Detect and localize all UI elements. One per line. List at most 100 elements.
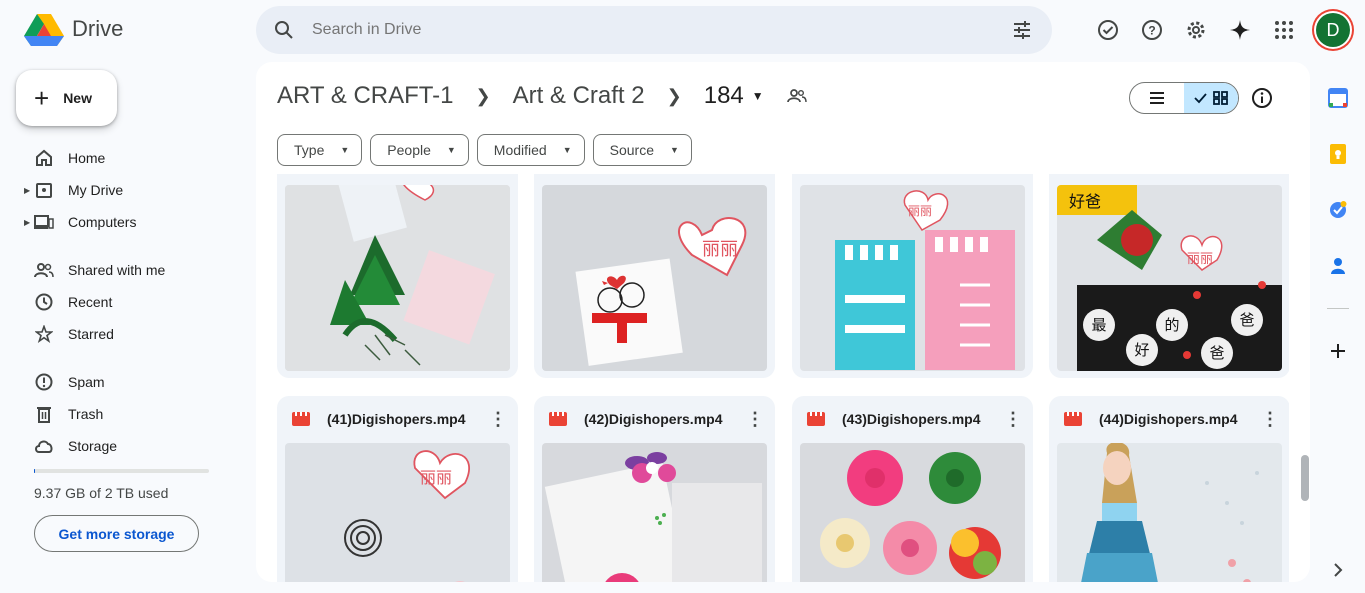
shared-folder-people-icon[interactable] xyxy=(786,85,808,107)
sidebar-item-shared-with-me[interactable]: Shared with me xyxy=(0,254,240,286)
tasks-icon[interactable] xyxy=(1318,182,1358,238)
more-actions-icon[interactable]: ⋮ xyxy=(1001,409,1025,430)
sidebar-item-label: Storage xyxy=(68,438,118,454)
keep-icon[interactable] xyxy=(1318,126,1358,182)
home-icon xyxy=(34,148,54,168)
add-addon-plus-icon[interactable] xyxy=(1318,323,1358,379)
thumbnail-image: 丽丽 xyxy=(285,443,510,582)
storage-progress-fill xyxy=(34,469,35,473)
sidebar-item-label: Spam xyxy=(68,374,105,390)
main-panel: ART & CRAFT-1 ❯ Art & Craft 2 ❯ 184 ▼ Ty… xyxy=(256,62,1310,582)
file-name: (41)Digishopers.mp4 xyxy=(327,411,466,427)
new-button-label: New xyxy=(63,90,92,106)
file-card[interactable]: 丽丽 xyxy=(792,174,1033,378)
grid-layout-button[interactable] xyxy=(1184,83,1238,113)
thumbnail-image xyxy=(285,185,510,371)
thumbnail-image xyxy=(1057,443,1282,582)
contacts-icon[interactable] xyxy=(1318,238,1358,294)
storage-progress-bar xyxy=(34,469,209,473)
apps-grid-icon[interactable] xyxy=(1264,10,1304,50)
search-bar[interactable] xyxy=(256,6,1052,54)
settings-gear-icon[interactable] xyxy=(1176,10,1216,50)
spam-icon xyxy=(34,372,54,392)
my-drive-icon xyxy=(34,180,54,200)
expand-caret-icon[interactable]: ▶ xyxy=(24,186,30,195)
thumbnail-image xyxy=(800,443,1025,582)
thumbnail-image: 好爸 丽丽 最 的 爸 好 爸 xyxy=(1057,185,1282,371)
app-name: Drive xyxy=(72,16,124,41)
thumbnail-image xyxy=(542,443,767,582)
video-file-icon xyxy=(807,412,825,426)
filter-source[interactable]: Source ▼ xyxy=(592,134,692,166)
gemini-sparkle-icon[interactable] xyxy=(1220,10,1260,50)
expand-caret-icon[interactable]: ▶ xyxy=(24,218,30,227)
breadcrumb-item[interactable]: ART & CRAFT-1 xyxy=(277,82,453,110)
chevron-right-icon: ❯ xyxy=(666,85,682,106)
sidebar-item-my-drive[interactable]: ▶ My Drive xyxy=(0,174,240,206)
drive-logo-icon xyxy=(24,14,64,46)
new-button[interactable]: + New xyxy=(16,70,117,126)
file-card[interactable]: (41)Digishopers.mp4 ⋮ 丽丽 xyxy=(277,396,518,582)
heart-text: 丽丽 xyxy=(702,239,738,260)
heart-text: 丽丽 xyxy=(1187,252,1213,267)
computers-icon xyxy=(34,212,54,232)
search-input[interactable] xyxy=(312,21,1010,39)
file-card[interactable]: 丽丽 xyxy=(534,174,775,378)
thumbnail-image: 丽丽 xyxy=(542,185,767,371)
checked-grid-icon xyxy=(1194,91,1228,105)
drive-logo[interactable]: Drive xyxy=(24,12,123,46)
file-card[interactable]: (42)Digishopers.mp4 ⋮ xyxy=(534,396,775,582)
sidebar-item-home[interactable]: Home xyxy=(0,142,240,174)
filter-label: Type xyxy=(294,142,325,158)
sidebar-item-starred[interactable]: Starred xyxy=(0,318,240,350)
expand-side-panel-chevron-icon[interactable] xyxy=(1328,560,1348,580)
list-icon xyxy=(1150,92,1164,104)
file-name: (42)Digishopers.mp4 xyxy=(584,411,723,427)
star-icon xyxy=(34,324,54,344)
layout-toggle xyxy=(1129,82,1239,114)
board-char: 的 xyxy=(1164,316,1179,334)
search-options-icon[interactable] xyxy=(1010,18,1034,42)
search-icon[interactable] xyxy=(274,20,294,40)
breadcrumb: ART & CRAFT-1 ❯ Art & Craft 2 ❯ 184 ▼ xyxy=(277,82,808,110)
help-icon[interactable]: ? xyxy=(1132,10,1172,50)
filter-type[interactable]: Type ▼ xyxy=(277,134,363,166)
list-layout-button[interactable] xyxy=(1130,83,1184,113)
dropdown-arrow-icon: ▼ xyxy=(670,145,679,155)
sidebar-item-label: Computers xyxy=(68,214,137,230)
scrollbar-thumb[interactable] xyxy=(1301,455,1309,501)
sidebar-item-storage[interactable]: Storage xyxy=(0,430,240,462)
offline-ready-icon[interactable] xyxy=(1088,10,1128,50)
filter-label: People xyxy=(387,142,431,158)
folder-menu-dropdown-icon[interactable]: ▼ xyxy=(752,89,764,103)
sidebar-item-spam[interactable]: Spam xyxy=(0,366,240,398)
sidebar-item-label: Starred xyxy=(68,326,114,342)
sidebar-item-trash[interactable]: Trash xyxy=(0,398,240,430)
chevron-right-icon: ❯ xyxy=(475,85,491,106)
file-card[interactable]: (43)Digishopers.mp4 ⋮ xyxy=(792,396,1033,582)
more-actions-icon[interactable]: ⋮ xyxy=(1258,409,1282,430)
get-more-storage-button[interactable]: Get more storage xyxy=(34,515,199,552)
file-card[interactable]: 好爸 丽丽 最 的 爸 好 爸 xyxy=(1049,174,1289,378)
filter-modified[interactable]: Modified ▼ xyxy=(476,134,585,166)
sidebar-item-recent[interactable]: Recent xyxy=(0,286,240,318)
file-card[interactable] xyxy=(277,174,518,378)
breadcrumb-current-folder[interactable]: 184 xyxy=(704,82,744,110)
cloud-icon xyxy=(34,436,54,456)
breadcrumb-item[interactable]: Art & Craft 2 xyxy=(513,82,645,110)
info-icon[interactable] xyxy=(1250,86,1274,110)
more-actions-icon[interactable]: ⋮ xyxy=(743,409,767,430)
filter-people[interactable]: People ▼ xyxy=(370,134,469,166)
account-avatar[interactable]: D xyxy=(1316,13,1350,47)
filter-chips: Type ▼ People ▼ Modified ▼ Source ▼ xyxy=(277,134,700,166)
sign-text: 好爸 xyxy=(1069,192,1101,211)
sidebar-item-label: Trash xyxy=(68,406,104,422)
file-card[interactable]: (44)Digishopers.mp4 ⋮ xyxy=(1049,396,1289,582)
sidebar-item-label: Recent xyxy=(68,294,113,310)
file-card-header: (41)Digishopers.mp4 ⋮ xyxy=(277,396,518,442)
people-icon xyxy=(34,260,54,280)
board-char: 爸 xyxy=(1209,344,1224,362)
more-actions-icon[interactable]: ⋮ xyxy=(486,409,510,430)
sidebar-item-computers[interactable]: ▶ Computers xyxy=(0,206,240,238)
calendar-icon[interactable] xyxy=(1318,70,1358,126)
